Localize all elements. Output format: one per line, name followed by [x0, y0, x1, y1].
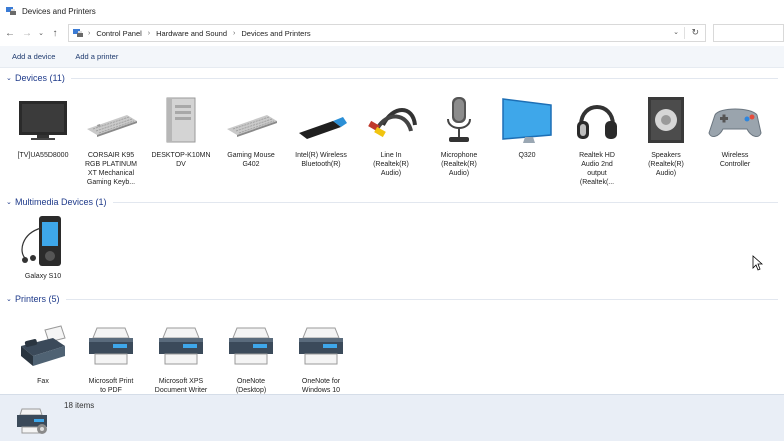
breadcrumb-control-panel[interactable]: Control Panel — [96, 29, 141, 38]
back-arrow-icon[interactable]: ← — [3, 25, 17, 41]
device-item-bluetooth[interactable]: Intel(R) Wireless Bluetooth(R) — [288, 93, 354, 169]
monitor-icon — [502, 98, 552, 143]
device-label: Gaming Mouse G402 — [227, 152, 275, 168]
add-device-button[interactable]: Add a device — [12, 52, 55, 61]
device-label: [TV]UA55D8000 — [17, 152, 69, 159]
breadcrumb-hardware-and-sound[interactable]: Hardware and Sound — [156, 29, 227, 38]
address-divider — [684, 27, 685, 39]
group-header-devices[interactable]: ⌄ Devices (11) — [6, 73, 778, 83]
fax-icon — [21, 325, 66, 366]
printer-icon — [159, 327, 203, 365]
add-printer-button[interactable]: Add a printer — [75, 52, 118, 61]
breadcrumb-devices-and-printers[interactable]: Devices and Printers — [241, 29, 310, 38]
device-label: CORSAIR K95 RGB PLATINUM XT Mechanical G… — [85, 152, 137, 186]
group-header-printers[interactable]: ⌄ Printers (5) — [6, 294, 778, 304]
devices-printers-app-icon — [6, 7, 16, 15]
group-title: Printers (5) — [15, 294, 60, 304]
printer-icon — [299, 327, 343, 365]
address-dropdown-icon[interactable]: ⌄ — [673, 28, 679, 36]
device-item-microphone[interactable]: Microphone (Realtek(R) Audio) — [426, 93, 492, 178]
breadcrumb-chevron-icon: › — [88, 29, 91, 37]
group-title: Devices (11) — [15, 73, 65, 83]
device-item-corsair-keyboard[interactable]: CORSAIR K95 RGB PLATINUM XT Mechanical G… — [78, 93, 144, 187]
device-item-gaming-mouse[interactable]: Gaming Mouse G402 — [218, 93, 284, 169]
printer-label: Microsoft Print to PDF — [88, 378, 134, 394]
forward-arrow-icon[interactable]: → — [20, 25, 34, 41]
gamepad-icon — [708, 108, 762, 137]
device-item-speakers[interactable]: Speakers (Realtek(R) Audio) — [633, 93, 699, 178]
device-label: Microphone (Realtek(R) Audio) — [440, 152, 478, 177]
printer-item-onenote-win10[interactable]: OneNote for Windows 10 — [288, 319, 354, 395]
printer-label: OneNote for Windows 10 — [301, 378, 341, 394]
printer-item-fax[interactable]: Fax — [10, 319, 76, 386]
group-title: Multimedia Devices (1) — [15, 197, 107, 207]
printer-label: Microsoft XPS Document Writer — [154, 378, 208, 394]
keyboard-icon — [227, 115, 277, 137]
collapse-chevron-icon[interactable]: ⌄ — [6, 198, 15, 206]
rca-cable-icon — [368, 108, 417, 138]
tv-icon — [19, 101, 67, 140]
desktop-tower-icon — [166, 97, 196, 143]
breadcrumb: › Control Panel › Hardware and Sound › D… — [88, 29, 311, 38]
breadcrumb-chevron-icon[interactable]: › — [148, 30, 150, 37]
device-item-line-in[interactable]: Line In (Realtek(R) Audio) — [358, 93, 424, 178]
keyboard-icon — [87, 115, 137, 137]
microphone-icon — [447, 97, 471, 142]
speaker-icon — [648, 97, 684, 143]
recent-locations-chevron-icon[interactable]: ⌄ — [37, 25, 45, 41]
up-arrow-icon[interactable]: ↑ — [48, 25, 62, 41]
device-label: Intel(R) Wireless Bluetooth(R) — [295, 152, 347, 168]
device-label: Q320 — [518, 152, 536, 159]
collapse-chevron-icon[interactable]: ⌄ — [6, 295, 15, 303]
status-bar: 18 items — [0, 394, 784, 441]
device-item-tv[interactable]: [TV]UA55D8000 — [10, 93, 76, 160]
group-header-multimedia[interactable]: ⌄ Multimedia Devices (1) — [6, 197, 778, 207]
group-divider — [65, 298, 778, 300]
device-label: Speakers (Realtek(R) Audio) — [648, 152, 684, 177]
device-label: Line In (Realtek(R) Audio) — [373, 152, 409, 177]
window-title: Devices and Printers — [22, 6, 96, 16]
printer-item-xps-writer[interactable]: Microsoft XPS Document Writer — [148, 319, 214, 395]
device-item-desktop[interactable]: DESKTOP-K10MN DV — [148, 93, 214, 169]
media-player-icon — [21, 216, 61, 266]
mouse-cursor-icon — [752, 255, 764, 271]
navigation-bar: ← → ⌄ ↑ › Control Panel › Hardware and S… — [0, 22, 784, 44]
printer-icon — [89, 327, 133, 365]
printer-icon — [229, 327, 273, 365]
address-bar[interactable]: › Control Panel › Hardware and Sound › D… — [68, 24, 706, 42]
device-item-galaxy-s10[interactable]: Galaxy S10 — [10, 214, 76, 281]
printer-item-print-to-pdf[interactable]: Microsoft Print to PDF — [78, 319, 144, 395]
devices-printers-status-icon — [17, 408, 47, 434]
printer-label: OneNote (Desktop) — [235, 378, 267, 394]
refresh-icon[interactable]: ↻ — [691, 27, 699, 38]
device-item-q320-monitor[interactable]: Q320 — [494, 93, 560, 160]
printer-item-onenote-desktop[interactable]: OneNote (Desktop) — [218, 319, 284, 395]
item-count: 18 items — [64, 401, 95, 410]
device-item-wireless-controller[interactable]: Wireless Controller — [702, 93, 768, 169]
device-list: ⌄ Devices (11) [TV]UA55D8000 CORSAIR K95… — [0, 69, 784, 395]
group-divider — [70, 77, 778, 79]
device-label: Realtek HD Audio 2nd output (Realtek(... — [579, 152, 615, 186]
device-label: Galaxy S10 — [24, 273, 62, 280]
printer-label: Fax — [37, 378, 49, 385]
search-input[interactable] — [713, 24, 784, 42]
group-divider — [112, 201, 778, 203]
devices-printers-location-icon — [73, 29, 83, 37]
command-bar: Add a device Add a printer — [0, 46, 784, 68]
device-item-realtek-output[interactable]: Realtek HD Audio 2nd output (Realtek(... — [564, 93, 630, 187]
headphones-icon — [577, 105, 617, 139]
breadcrumb-chevron-icon[interactable]: › — [233, 30, 235, 37]
device-label: Wireless Controller — [719, 152, 751, 168]
title-bar: Devices and Printers — [0, 0, 784, 22]
collapse-chevron-icon[interactable]: ⌄ — [6, 74, 15, 82]
bluetooth-dongle-icon — [299, 117, 347, 139]
device-label: DESKTOP-K10MN DV — [151, 152, 211, 168]
